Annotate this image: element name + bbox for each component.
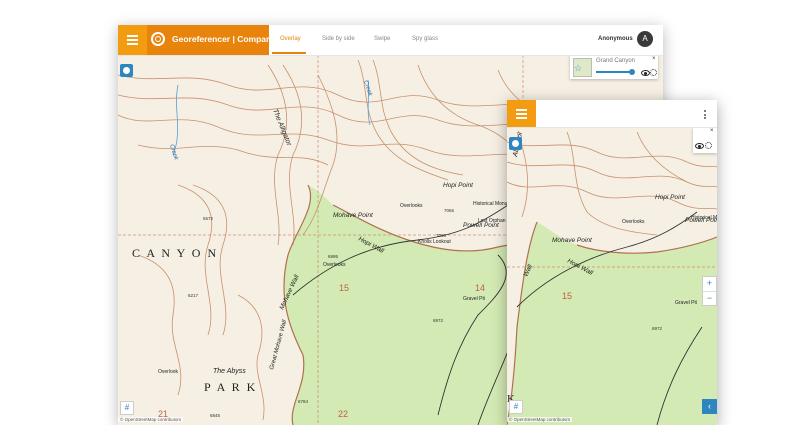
elev-7060: 7060 — [436, 233, 447, 238]
layer-thumbnail[interactable]: ☆ — [573, 58, 592, 77]
label-section-22: 22 — [338, 409, 348, 419]
mobile-label-gravel-pit: Gravel Pit — [675, 300, 698, 306]
mobile-label-section-15: 15 — [562, 291, 572, 301]
label-overlooks-2: Overlooks — [323, 262, 346, 268]
zoom-in-button[interactable]: + — [703, 277, 716, 292]
gear-icon[interactable] — [650, 69, 657, 76]
label-gravel-pit: Gravel Pit — [463, 296, 486, 302]
label-the-abyss: The Abyss — [213, 368, 246, 375]
label-mohave-point: Mohave Point — [333, 212, 374, 219]
tab-swipe[interactable]: Swipe — [374, 36, 390, 42]
mobile-label-overlooks: Overlooks — [622, 219, 645, 225]
mobile-map-view[interactable]: Alligator Mohave Point Wall Hopi Wall Ov… — [507, 127, 717, 425]
grid-icon[interactable]: # — [120, 401, 134, 415]
mobile-top-bar — [507, 100, 717, 128]
kebab-icon[interactable] — [704, 110, 706, 121]
georeferencer-logo-icon — [151, 32, 165, 46]
elev-6784: 6784 — [298, 399, 309, 404]
mobile-layers-icon[interactable] — [509, 137, 522, 150]
mobile-menu-button[interactable] — [507, 100, 536, 127]
mobile-grid-icon[interactable]: # — [509, 400, 523, 414]
top-bar: Georeferencer | Compare Overlay Side by … — [118, 25, 663, 56]
user-name[interactable]: Anonymous — [598, 36, 633, 42]
mobile-close-icon[interactable]: × — [710, 128, 714, 134]
label-section-14: 14 — [475, 283, 485, 293]
label-hopi-point: Hopi Point — [443, 182, 474, 189]
elev-6972: 6972 — [433, 318, 444, 323]
layer-title: Grand Canyon — [596, 58, 636, 64]
elev-6845: 6845 — [210, 413, 221, 418]
label-great-mohave-wall: Great Mohave Wall — [269, 319, 288, 371]
elev-7065: 7065 — [444, 208, 455, 213]
mobile-layer-panel: × — [693, 128, 717, 153]
label-creek-1: Creek — [168, 144, 179, 162]
mobile-label-mohave-point: Mohave Point — [552, 237, 593, 244]
opacity-slider-fill — [596, 71, 632, 73]
label-the-alligator: The Alligator — [271, 108, 292, 147]
zoom-out-button[interactable]: − — [703, 292, 716, 306]
brand-title: Georeferencer | Compare — [172, 34, 275, 44]
opacity-slider-knob[interactable] — [629, 68, 635, 75]
active-tab-indicator — [272, 52, 306, 54]
close-icon[interactable]: × — [652, 56, 656, 62]
label-park: P A R K — [204, 380, 257, 394]
label-overlook: Overlook — [158, 369, 179, 375]
opacity-slider[interactable] — [596, 68, 635, 75]
expand-panel-button[interactable]: ‹ — [702, 399, 717, 414]
elev-5572: 5572 — [203, 216, 214, 221]
label-knolls-lookout: Knolls Lookout — [418, 239, 451, 245]
mobile-label-historical-monument: Historical Monument — [691, 215, 717, 221]
label-canyon: C A N Y O N — [132, 246, 218, 260]
tab-overlay[interactable]: Overlay — [280, 36, 301, 42]
mobile-attribution: © OpenStreetMap contributors — [507, 417, 573, 422]
star-icon: ☆ — [574, 63, 583, 73]
label-creek-2: Creek — [362, 80, 373, 98]
tab-spy-glass[interactable]: Spy glass — [412, 36, 438, 42]
zoom-control: + − — [702, 276, 717, 306]
elev-6995: 6995 — [328, 254, 339, 259]
layers-icon[interactable] — [120, 64, 133, 77]
mobile-window: Alligator Mohave Point Wall Hopi Wall Ov… — [507, 100, 717, 425]
mobile-eye-icon[interactable] — [695, 143, 704, 149]
tab-side-by-side[interactable]: Side by side — [322, 36, 355, 42]
mobile-elev-6972: 6972 — [652, 326, 663, 331]
mobile-gear-icon[interactable] — [705, 142, 712, 149]
eye-icon[interactable] — [641, 70, 650, 76]
avatar[interactable]: A — [637, 31, 653, 47]
menu-button[interactable] — [118, 25, 147, 55]
mobile-topo-map: Alligator Mohave Point Wall Hopi Wall Ov… — [507, 131, 717, 425]
brand[interactable]: Georeferencer | Compare — [147, 25, 274, 55]
elev-6217: 6217 — [188, 293, 199, 298]
layer-panel: ☆ Grand Canyon × — [570, 55, 658, 79]
label-overlooks-1: Overlooks — [400, 203, 423, 209]
mobile-label-hopi-point: Hopi Point — [655, 194, 686, 201]
label-section-15: 15 — [339, 283, 349, 293]
attribution: © OpenStreetMap contributors — [118, 417, 184, 422]
